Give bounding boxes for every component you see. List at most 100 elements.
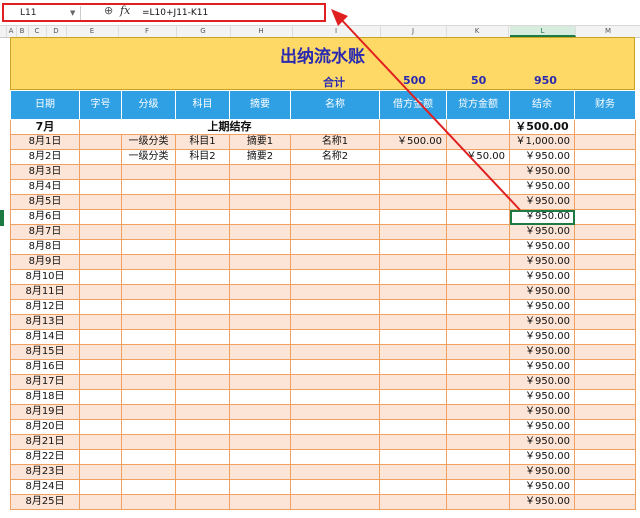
column-header-m[interactable]: M bbox=[576, 26, 640, 37]
cell-credit[interactable] bbox=[446, 269, 510, 285]
cell[interactable] bbox=[574, 164, 636, 180]
cell-name[interactable] bbox=[290, 269, 380, 285]
cell-credit[interactable] bbox=[446, 449, 510, 465]
column-header-j[interactable]: J bbox=[380, 26, 447, 37]
cell-subject[interactable] bbox=[175, 239, 230, 255]
cell-summary[interactable] bbox=[229, 194, 291, 210]
cell-debit[interactable] bbox=[379, 284, 447, 300]
cell[interactable] bbox=[79, 209, 122, 225]
cell-credit[interactable] bbox=[446, 419, 510, 435]
cell-debit[interactable] bbox=[379, 314, 447, 330]
cell-name[interactable] bbox=[290, 404, 380, 420]
cell-credit[interactable] bbox=[446, 389, 510, 405]
cell-debit[interactable] bbox=[379, 389, 447, 405]
cell-subject[interactable] bbox=[175, 404, 230, 420]
cell[interactable] bbox=[79, 149, 122, 165]
cell-balance[interactable]: ￥950.00 bbox=[509, 374, 575, 390]
cell-debit[interactable] bbox=[379, 149, 447, 165]
cell-subject[interactable] bbox=[175, 164, 230, 180]
cell-credit[interactable] bbox=[446, 299, 510, 315]
cell[interactable] bbox=[574, 449, 636, 465]
cell-summary[interactable] bbox=[229, 449, 291, 465]
cell-credit[interactable] bbox=[446, 164, 510, 180]
cell-name[interactable] bbox=[290, 239, 380, 255]
cell[interactable] bbox=[79, 254, 122, 270]
cell-name[interactable] bbox=[290, 449, 380, 465]
cell[interactable] bbox=[379, 119, 447, 135]
cell-credit[interactable] bbox=[446, 254, 510, 270]
cell-summary[interactable] bbox=[229, 239, 291, 255]
cell-credit[interactable] bbox=[446, 314, 510, 330]
cell[interactable] bbox=[574, 329, 636, 345]
cell-debit[interactable] bbox=[379, 419, 447, 435]
cell-credit[interactable] bbox=[446, 239, 510, 255]
cell-date[interactable]: 8月15日 bbox=[10, 344, 80, 360]
cell-balance[interactable]: ￥950.00 bbox=[509, 479, 575, 495]
cell-name[interactable] bbox=[290, 389, 380, 405]
cell[interactable] bbox=[79, 344, 122, 360]
cell-level[interactable] bbox=[121, 359, 176, 375]
cell[interactable] bbox=[574, 284, 636, 300]
cell-date[interactable]: 8月5日 bbox=[10, 194, 80, 210]
cell-summary[interactable] bbox=[229, 299, 291, 315]
cell[interactable] bbox=[574, 359, 636, 375]
cell-name[interactable] bbox=[290, 329, 380, 345]
cell-subject[interactable] bbox=[175, 479, 230, 495]
cell-name[interactable] bbox=[290, 209, 380, 225]
cell-level[interactable] bbox=[121, 164, 176, 180]
cell[interactable] bbox=[574, 194, 636, 210]
cell-date[interactable]: 8月14日 bbox=[10, 329, 80, 345]
cell-credit[interactable] bbox=[446, 464, 510, 480]
cell[interactable] bbox=[574, 479, 636, 495]
cell-name[interactable] bbox=[290, 179, 380, 195]
cell-summary[interactable] bbox=[229, 464, 291, 480]
cell-date[interactable]: 8月10日 bbox=[10, 269, 80, 285]
cell[interactable] bbox=[79, 359, 122, 375]
cell-debit[interactable] bbox=[379, 374, 447, 390]
cell-level[interactable] bbox=[121, 374, 176, 390]
cell-level[interactable] bbox=[121, 284, 176, 300]
cell-name[interactable] bbox=[290, 464, 380, 480]
cell-balance[interactable]: ￥1,000.00 bbox=[509, 134, 575, 150]
cell-date[interactable]: 8月7日 bbox=[10, 224, 80, 240]
cell-subject[interactable]: 科目2 bbox=[175, 149, 230, 165]
cell[interactable] bbox=[574, 374, 636, 390]
cell-balance[interactable]: ￥950.00 bbox=[509, 404, 575, 420]
cell[interactable] bbox=[574, 494, 636, 510]
cell-date[interactable]: 8月20日 bbox=[10, 419, 80, 435]
cell-debit[interactable] bbox=[379, 359, 447, 375]
carry-balance[interactable]: ￥500.00 bbox=[509, 119, 575, 135]
cell-balance[interactable]: ￥950.00 bbox=[509, 179, 575, 195]
column-header-g[interactable]: G bbox=[176, 26, 231, 37]
column-header-d[interactable]: D bbox=[46, 26, 67, 37]
cell-summary[interactable] bbox=[229, 344, 291, 360]
cell-name[interactable]: 名称1 bbox=[290, 134, 380, 150]
cell-debit[interactable] bbox=[379, 179, 447, 195]
cell-credit[interactable] bbox=[446, 209, 510, 225]
cell-debit[interactable] bbox=[379, 194, 447, 210]
cell[interactable] bbox=[79, 374, 122, 390]
cell-date[interactable]: 8月2日 bbox=[10, 149, 80, 165]
cell[interactable] bbox=[79, 479, 122, 495]
cell-balance[interactable]: ￥950.00 bbox=[509, 254, 575, 270]
carry-date[interactable]: 7月 bbox=[10, 119, 80, 135]
cell-balance[interactable]: ￥950.00 bbox=[509, 164, 575, 180]
cell-summary[interactable]: 摘要1 bbox=[229, 134, 291, 150]
cell-summary[interactable] bbox=[229, 224, 291, 240]
cell-level[interactable] bbox=[121, 179, 176, 195]
cell[interactable] bbox=[574, 134, 636, 150]
cell-credit[interactable] bbox=[446, 344, 510, 360]
cell-credit[interactable] bbox=[446, 434, 510, 450]
cell-name[interactable] bbox=[290, 494, 380, 510]
cell-date[interactable]: 8月1日 bbox=[10, 134, 80, 150]
cell-balance[interactable]: ￥950.00 bbox=[509, 389, 575, 405]
cell[interactable] bbox=[574, 299, 636, 315]
cell-balance[interactable]: ￥950.00 bbox=[509, 269, 575, 285]
cell-summary[interactable] bbox=[229, 494, 291, 510]
cell-balance[interactable]: ￥950.00 bbox=[509, 299, 575, 315]
cell[interactable] bbox=[79, 224, 122, 240]
cell-level[interactable] bbox=[121, 494, 176, 510]
cell-balance[interactable]: ￥950.00 bbox=[509, 284, 575, 300]
cell-level[interactable] bbox=[121, 299, 176, 315]
cell[interactable] bbox=[79, 284, 122, 300]
